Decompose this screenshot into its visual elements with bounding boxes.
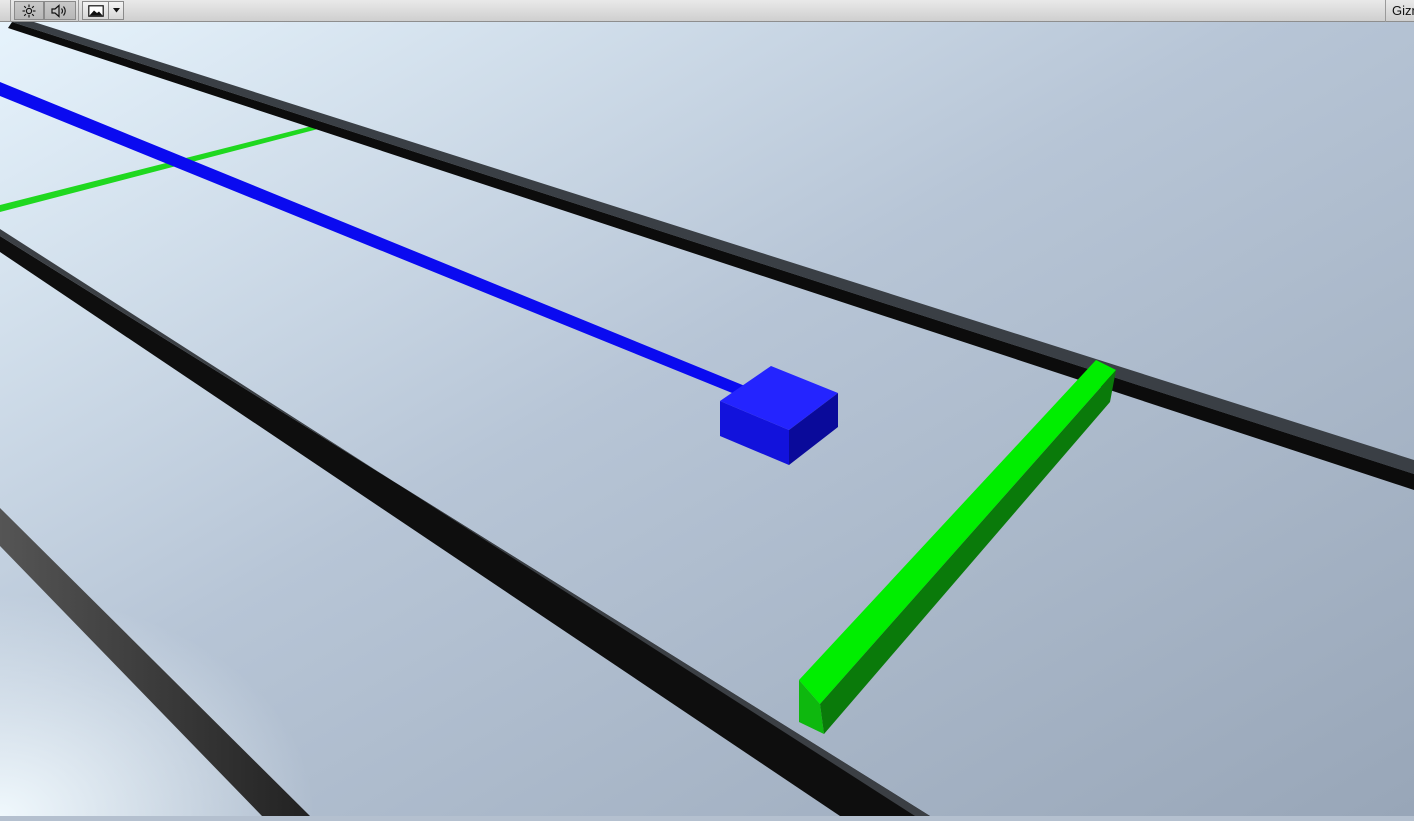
scene-toolbar: Gizmos: [0, 0, 1414, 22]
sun-icon: [22, 4, 36, 17]
toolbar-separator: [78, 0, 79, 22]
image-icon: [87, 4, 104, 17]
scene-audio-toggle[interactable]: [44, 1, 76, 20]
scene-viewport[interactable]: [0, 22, 1414, 816]
scene-effects-toggle[interactable]: [82, 1, 108, 20]
scene-light-glow: [0, 322, 700, 816]
scene-effects-dropdown[interactable]: [108, 1, 124, 20]
triangle-down-icon: [112, 8, 120, 13]
speaker-icon: [51, 3, 66, 18]
gizmos-dropdown[interactable]: Gizmos: [1385, 0, 1414, 22]
toolbar-separator: [10, 0, 11, 22]
scene-lighting-toggle[interactable]: [14, 1, 44, 20]
scene-canvas: [0, 22, 1414, 816]
